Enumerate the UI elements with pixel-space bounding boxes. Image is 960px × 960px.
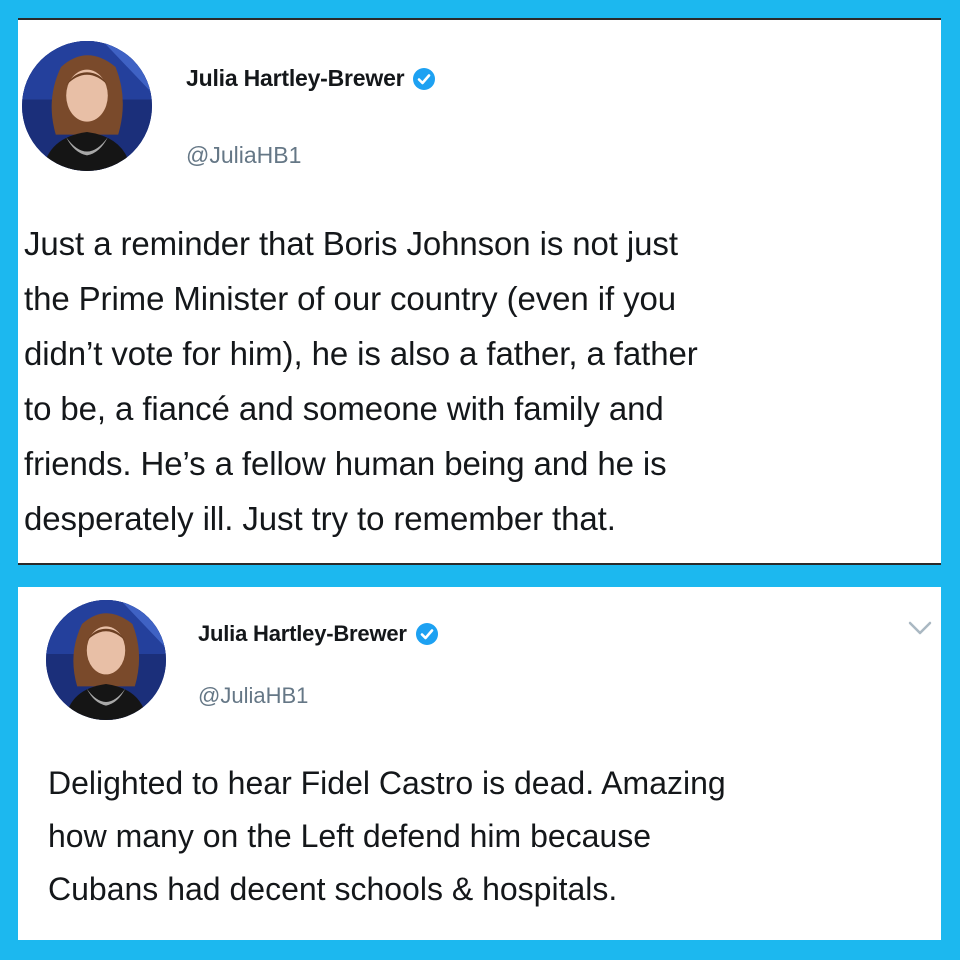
tweet-card-1[interactable]: Julia Hartley-Brewer @JuliaHB1 Just a re… xyxy=(18,18,941,565)
profile-photo-icon xyxy=(46,600,166,720)
verified-badge-icon xyxy=(412,67,436,91)
verified-badge-icon xyxy=(415,622,439,646)
handle[interactable]: @JuliaHB1 xyxy=(198,683,308,709)
tweet-card-2[interactable]: Julia Hartley-Brewer @JuliaHB1 Delighted… xyxy=(18,587,941,940)
display-name[interactable]: Julia Hartley-Brewer xyxy=(186,65,405,92)
tweet-text: Delighted to hear Fidel Castro is dead. … xyxy=(48,765,726,907)
profile-photo-icon xyxy=(22,41,152,171)
avatar[interactable] xyxy=(46,600,166,720)
display-name[interactable]: Julia Hartley-Brewer xyxy=(198,621,407,647)
handle[interactable]: @JuliaHB1 xyxy=(186,142,301,169)
tweet-text: Just a reminder that Boris Johnson is no… xyxy=(24,225,698,537)
chevron-down-icon[interactable] xyxy=(907,619,933,637)
avatar[interactable] xyxy=(22,41,152,171)
